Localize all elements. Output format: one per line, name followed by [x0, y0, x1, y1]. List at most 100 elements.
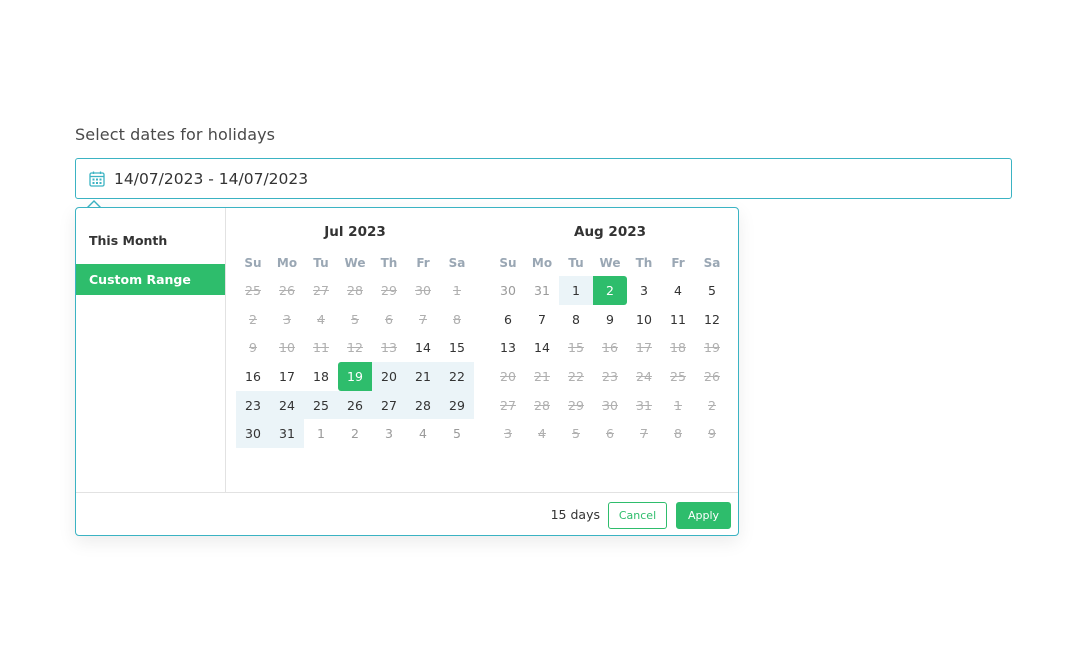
day-cell: 10 — [279, 340, 295, 356]
day-cell[interactable]: 7 — [525, 305, 559, 334]
day-cell[interactable]: 5 — [695, 276, 729, 305]
weekday-header-row: Su Mo Tu We Th Fr Sa — [491, 256, 729, 276]
day-cell: 9 — [249, 340, 257, 356]
day-cell: 20 — [500, 368, 516, 384]
day-cell: 9 — [708, 426, 716, 442]
day-cell: 31 — [636, 397, 652, 413]
calendar-grid: Su Mo Tu We Th Fr Sa 30 31 1 2 3 4 5 6 7 8 9 10 11 12 13 14 15… — [491, 256, 729, 448]
day-cell: 12 — [347, 340, 363, 356]
week-row: 2 3 4 5 6 7 8 — [236, 305, 474, 334]
day-cell[interactable]: 20 — [372, 362, 406, 391]
weekday-label: We — [599, 256, 621, 270]
day-cell[interactable]: 30 — [491, 276, 525, 305]
day-cell[interactable]: 3 — [627, 276, 661, 305]
day-cell: 1 — [674, 397, 682, 413]
day-cell[interactable]: 5 — [440, 419, 474, 448]
day-cell[interactable]: 27 — [372, 390, 406, 420]
day-cell[interactable]: 24 — [270, 390, 304, 420]
calendar-grid: Su Mo Tu We Th Fr Sa 25 26 27 28 29 30 1 2 3 4 5 6 7 8 9 10 11… — [236, 256, 474, 449]
weekday-label: Th — [635, 256, 653, 270]
day-cell[interactable]: 18 — [304, 362, 338, 391]
day-cell: 7 — [640, 426, 648, 442]
day-cell: 5 — [572, 426, 580, 442]
month-title: Jul 2023 — [324, 224, 386, 240]
range-custom-range[interactable]: Custom Range — [76, 264, 225, 295]
day-cell[interactable]: 23 — [236, 390, 270, 420]
date-range-input[interactable]: 14/07/2023 - 14/07/2023 — [75, 158, 1012, 199]
weekday-label: We — [344, 256, 366, 270]
week-row: 23 24 25 26 27 28 29 — [236, 390, 474, 420]
picker-footer: 15 days Cancel Apply — [76, 492, 738, 535]
day-cell[interactable]: 16 — [236, 362, 270, 391]
week-row: 9 10 11 12 13 14 15 — [236, 333, 474, 362]
day-cell: 27 — [500, 397, 516, 413]
apply-button[interactable]: Apply — [676, 502, 731, 529]
calendar-right: Aug 2023 Su Mo Tu We Th Fr Sa 30 31 1 2 3 4 5 6 7 8 9 10 1… — [491, 208, 729, 448]
day-cell[interactable]: 3 — [372, 419, 406, 448]
day-cell: 28 — [347, 282, 363, 298]
weekday-label: Tu — [313, 256, 329, 270]
day-cell: 23 — [602, 368, 618, 384]
week-row: 30 31 1 2 3 4 5 — [491, 276, 729, 305]
day-cell: 3 — [504, 426, 512, 442]
day-cell[interactable]: 17 — [270, 362, 304, 391]
day-cell[interactable]: 9 — [593, 305, 627, 334]
day-cell[interactable]: 14 — [525, 333, 559, 362]
day-cell[interactable]: 29 — [440, 390, 474, 420]
day-cell: 18 — [670, 340, 686, 356]
day-cell: 17 — [636, 340, 652, 356]
month-title: Aug 2023 — [574, 224, 646, 240]
day-cell[interactable]: 31 — [525, 276, 559, 305]
day-cell: 6 — [385, 311, 393, 327]
day-cell: 21 — [534, 368, 550, 384]
day-cell[interactable]: 30 — [236, 419, 270, 449]
day-cell: 24 — [636, 368, 652, 384]
day-cell[interactable]: 25 — [304, 390, 338, 420]
day-cell[interactable]: 19 — [338, 362, 372, 391]
day-cell[interactable]: 26 — [338, 390, 372, 420]
day-cell: 30 — [415, 282, 431, 298]
cancel-button[interactable]: Cancel — [608, 502, 667, 529]
weekday-label: Sa — [448, 256, 466, 270]
day-cell: 22 — [568, 368, 584, 384]
week-row: 27 28 29 30 31 1 2 — [491, 391, 729, 420]
day-cell[interactable]: 15 — [440, 333, 474, 362]
day-cell: 4 — [317, 311, 325, 327]
day-cell: 28 — [534, 397, 550, 413]
day-cell: 3 — [283, 311, 291, 327]
day-cell[interactable]: 6 — [491, 305, 525, 334]
day-cell: 15 — [568, 340, 584, 356]
day-cell[interactable]: 11 — [661, 305, 695, 334]
day-cell: 19 — [704, 340, 720, 356]
range-this-month[interactable]: This Month — [76, 225, 225, 256]
day-cell[interactable]: 8 — [559, 305, 593, 334]
calendar-left: Jul 2023 Su Mo Tu We Th Fr Sa 25 26 27 28 29 30 1 2 3 4… — [236, 208, 474, 449]
day-cell: 29 — [568, 397, 584, 413]
day-cell: 4 — [538, 426, 546, 442]
day-cell[interactable]: 31 — [270, 419, 304, 449]
week-row: 13 14 15 16 17 18 19 — [491, 333, 729, 362]
weekday-label: Fr — [671, 256, 685, 270]
week-row: 20 21 22 23 24 25 26 — [491, 362, 729, 391]
day-cell[interactable]: 13 — [491, 333, 525, 362]
day-cell: 2 — [249, 311, 257, 327]
day-cell[interactable]: 2 — [338, 419, 372, 448]
week-row: 3 4 5 6 7 8 9 — [491, 419, 729, 448]
day-cell: 25 — [245, 282, 261, 298]
day-cell[interactable]: 22 — [440, 362, 474, 391]
day-cell[interactable]: 21 — [406, 362, 440, 391]
day-cell: 5 — [351, 311, 359, 327]
day-cell: 27 — [313, 282, 329, 298]
day-cell[interactable]: 28 — [406, 390, 440, 420]
day-cell[interactable]: 10 — [627, 305, 661, 334]
day-cell[interactable]: 2 — [593, 276, 627, 305]
day-cell[interactable]: 4 — [406, 419, 440, 448]
day-cell[interactable]: 1 — [304, 419, 338, 448]
day-cell: 26 — [704, 368, 720, 384]
day-cell: 2 — [708, 397, 716, 413]
day-cell[interactable]: 14 — [406, 333, 440, 362]
day-cell[interactable]: 4 — [661, 276, 695, 305]
day-cell[interactable]: 1 — [559, 276, 593, 305]
day-cell: 16 — [602, 340, 618, 356]
day-cell[interactable]: 12 — [695, 305, 729, 334]
